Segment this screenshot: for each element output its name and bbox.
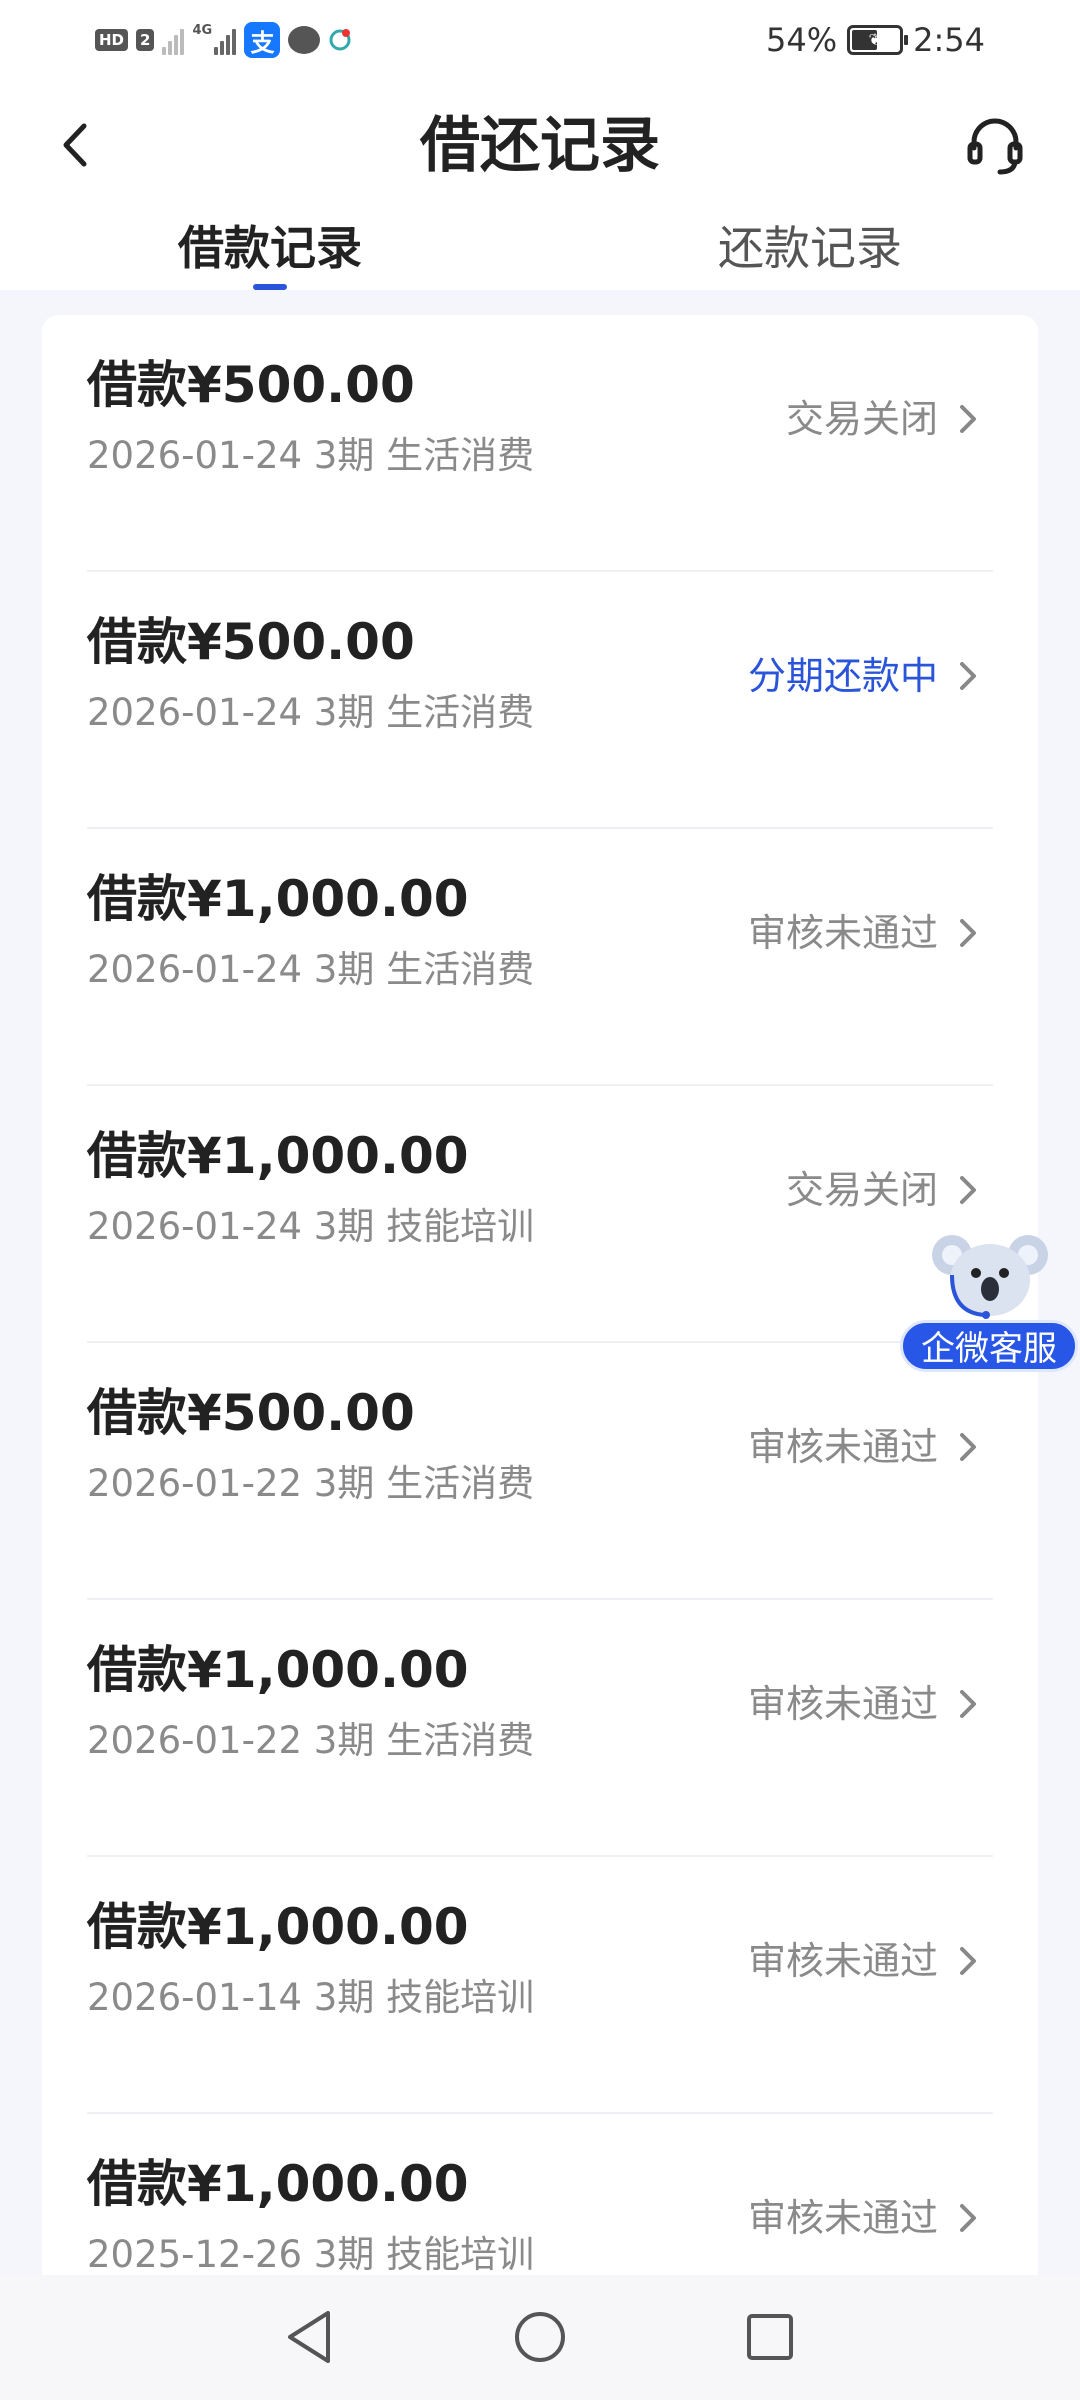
- chevron-right-icon: [960, 919, 976, 947]
- chevron-right-icon: [960, 405, 976, 433]
- record-status: 交易关闭: [785, 397, 938, 441]
- record-status: 审核未通过: [747, 1425, 938, 1469]
- record-row[interactable]: 借款¥500.00 2026-01-24 3期 生活消费 交易关闭: [42, 315, 1038, 572]
- record-meta: 2026-01-24 3期 生活消费: [87, 691, 535, 734]
- record-row[interactable]: 借款¥500.00 2026-01-24 3期 生活消费 分期还款中: [42, 572, 1038, 829]
- page-title: 借还记录: [420, 111, 660, 181]
- status-icons-right: 54% ❦ 2:54: [766, 18, 985, 62]
- app-notification-icon: [329, 29, 351, 51]
- network-type-label: 4G: [192, 23, 213, 38]
- koala-mascot-icon: [932, 1235, 1048, 1319]
- record-status: 交易关闭: [785, 1168, 938, 1212]
- record-row[interactable]: 借款¥1,000.00 2026-01-24 3期 生活消费 审核未通过: [42, 829, 1038, 1086]
- record-row[interactable]: 借款¥1,000.00 2026-01-14 3期 技能培训 审核未通过: [42, 1857, 1038, 2114]
- leaf-icon: ❦: [868, 30, 882, 49]
- wifi-off-signal-icon: [162, 25, 185, 55]
- record-status: 审核未通过: [747, 1682, 938, 1726]
- chevron-right-icon: [960, 1947, 976, 1975]
- active-tab-indicator: [253, 284, 287, 290]
- sim-badge: 2: [136, 29, 155, 51]
- chevron-right-icon: [960, 1690, 976, 1718]
- record-status: 审核未通过: [747, 2196, 938, 2240]
- record-meta: 2026-01-24 3期 生活消费: [87, 948, 535, 991]
- battery-icon: ❦: [847, 25, 909, 55]
- record-meta: 2026-01-22 3期 生活消费: [87, 1719, 535, 1762]
- record-meta: 2025-12-26 3期 技能培训: [87, 2233, 535, 2276]
- record-meta: 2026-01-24 3期 技能培训: [87, 1205, 535, 1248]
- customer-service-button[interactable]: [960, 110, 1030, 180]
- record-amount: 借款¥500.00: [87, 613, 415, 671]
- circle-home-icon: [515, 2312, 565, 2362]
- record-meta: 2026-01-22 3期 生活消费: [87, 1462, 535, 1505]
- nav-home-button[interactable]: [508, 2305, 572, 2369]
- record-status: 审核未通过: [747, 1939, 938, 1983]
- record-amount: 借款¥1,000.00: [87, 1127, 469, 1185]
- hd-badge: HD: [95, 29, 129, 51]
- record-row[interactable]: 借款¥500.00 2026-01-22 3期 生活消费 审核未通过: [42, 1343, 1038, 1600]
- status-icons-left: HD 2 4G 支: [95, 20, 352, 60]
- record-amount: 借款¥1,000.00: [87, 1641, 469, 1699]
- chevron-right-icon: [960, 1176, 976, 1204]
- tab-repay-records[interactable]: 还款记录: [718, 220, 902, 290]
- record-amount: 借款¥1,000.00: [87, 2155, 469, 2213]
- wecom-service-float-button[interactable]: 企微客服: [900, 1225, 1080, 1375]
- record-status: 审核未通过: [747, 911, 938, 955]
- square-recents-icon: [747, 2314, 793, 2360]
- record-amount: 借款¥500.00: [87, 356, 415, 414]
- headset-icon: [967, 118, 1023, 175]
- record-tabs: 借款记录 还款记录: [0, 220, 1080, 290]
- record-amount: 借款¥1,000.00: [87, 1898, 469, 1956]
- record-meta: 2026-01-24 3期 生活消费: [87, 434, 535, 477]
- system-navigation-bar: [0, 2275, 1080, 2400]
- battery-percent: 54%: [766, 21, 838, 59]
- status-bar: HD 2 4G 支 54% ❦ 2:54: [0, 0, 1080, 80]
- chevron-right-icon: [960, 1433, 976, 1461]
- record-amount: 借款¥500.00: [87, 1384, 415, 1442]
- record-meta: 2026-01-14 3期 技能培训: [87, 1976, 535, 2019]
- header: 借还记录: [0, 90, 1080, 200]
- chevron-right-icon: [960, 2204, 976, 2232]
- nav-recents-button[interactable]: [738, 2305, 802, 2369]
- record-row[interactable]: 借款¥1,000.00 2026-01-22 3期 生活消费 审核未通过: [42, 1600, 1038, 1857]
- cell-signal-icon: 4G: [192, 23, 237, 55]
- chevron-right-icon: [960, 662, 976, 690]
- record-list: 借款¥500.00 2026-01-24 3期 生活消费 交易关闭 借款¥500…: [42, 315, 1038, 2355]
- clock: 2:54: [913, 21, 985, 59]
- nav-back-button[interactable]: [277, 2305, 341, 2369]
- record-amount: 借款¥1,000.00: [87, 870, 469, 928]
- message-icon: [288, 26, 321, 54]
- record-status: 分期还款中: [747, 654, 938, 698]
- alipay-icon: 支: [244, 22, 281, 58]
- triangle-back-icon: [288, 2311, 330, 2363]
- record-row[interactable]: 借款¥1,000.00 2026-01-24 3期 技能培训 交易关闭: [42, 1086, 1038, 1343]
- tab-borrow-records[interactable]: 借款记录: [178, 220, 362, 290]
- wecom-service-label: 企微客服: [900, 1320, 1078, 1372]
